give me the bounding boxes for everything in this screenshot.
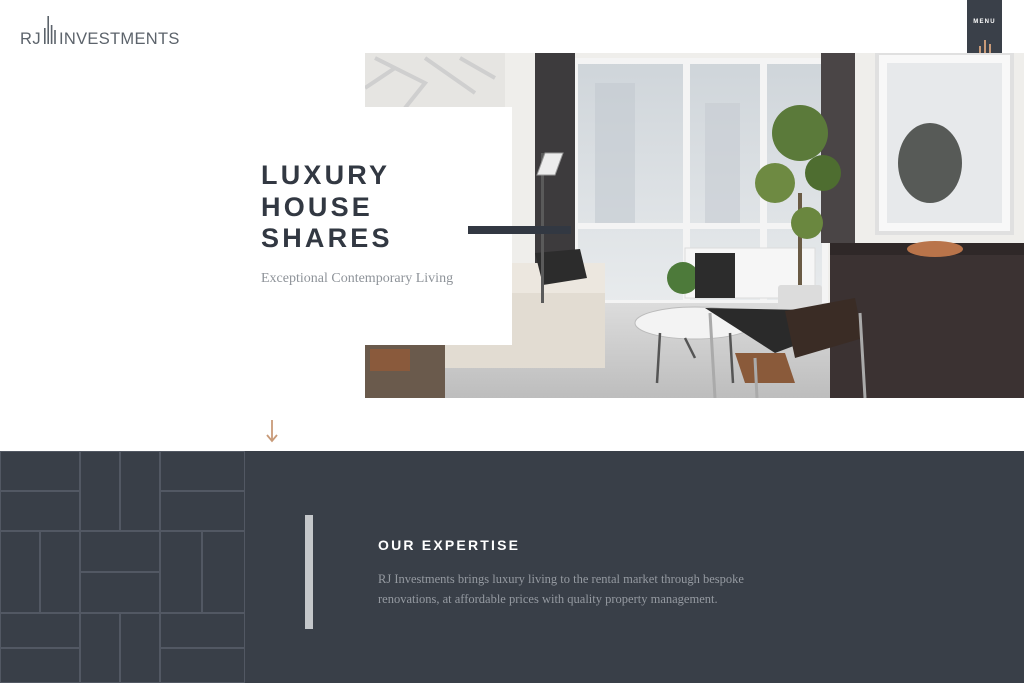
logo-bars-icon bbox=[44, 16, 56, 44]
logo-word: INVESTMENTS bbox=[59, 30, 180, 46]
expertise-text: RJ Investments brings luxury living to t… bbox=[378, 572, 744, 606]
arrow-down-icon[interactable] bbox=[265, 419, 279, 443]
hero-subtitle: Exceptional Contemporary Living bbox=[261, 271, 454, 286]
expertise-title: OUR EXPERTISE bbox=[378, 537, 521, 553]
expertise-section: OUR EXPERTISE RJ Investments brings luxu… bbox=[0, 451, 1024, 683]
brand-logo[interactable]: RJ INVESTMENTS bbox=[20, 16, 185, 46]
logo-initials: RJ bbox=[20, 30, 41, 46]
expertise-accent-bar bbox=[305, 515, 313, 629]
hero-title: LUXURY HOUSE SHARES bbox=[261, 160, 393, 255]
hero-title-line: LUXURY bbox=[261, 160, 391, 190]
hero-title-line: SHARES bbox=[261, 223, 393, 253]
parquet-pattern bbox=[0, 451, 245, 683]
logo-mark: RJ INVESTMENTS bbox=[20, 16, 180, 46]
menu-label: MENU bbox=[973, 19, 996, 25]
hero-title-line: HOUSE bbox=[261, 191, 374, 222]
hero-accent-bar bbox=[468, 226, 571, 234]
